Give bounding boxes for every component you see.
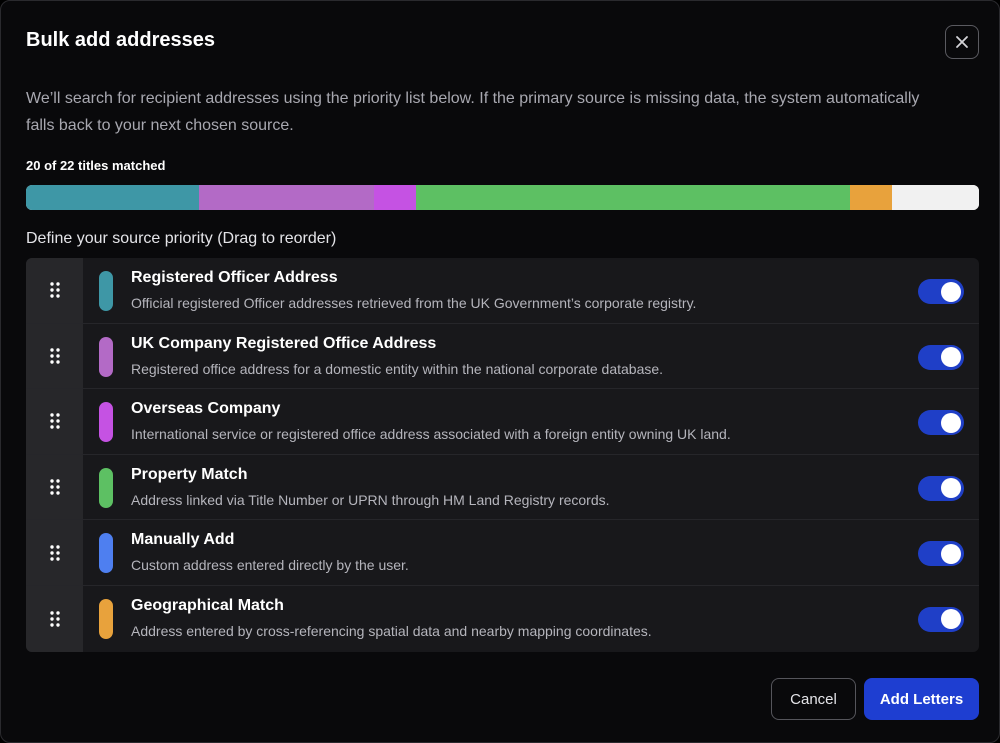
add-letters-button[interactable]: Add Letters xyxy=(864,678,979,720)
toggle-knob xyxy=(941,412,961,433)
source-description: Address linked via Title Number or UPRN … xyxy=(131,491,610,508)
drag-handle-icon xyxy=(49,611,60,627)
close-icon xyxy=(956,36,968,48)
source-toggle[interactable] xyxy=(918,344,964,370)
cancel-button[interactable]: Cancel xyxy=(771,678,856,720)
toggle-knob xyxy=(941,478,961,499)
drag-handle[interactable] xyxy=(26,323,83,389)
source-row[interactable]: Manually Add Custom address entered dire… xyxy=(26,520,979,586)
toggle-knob xyxy=(941,281,961,302)
source-row[interactable]: Overseas Company International service o… xyxy=(26,389,979,455)
source-title: Overseas Company xyxy=(131,400,281,418)
source-toggle[interactable] xyxy=(918,541,964,567)
drag-handle[interactable] xyxy=(26,258,83,323)
match-bar-segment xyxy=(892,185,979,210)
source-toggle[interactable] xyxy=(918,475,964,501)
source-body: Registered Officer Address Official regi… xyxy=(83,258,979,323)
source-body: Manually Add Custom address entered dire… xyxy=(83,520,979,585)
modal-description: We’ll search for recipient addresses usi… xyxy=(26,90,920,134)
source-body: UK Company Registered Office Address Reg… xyxy=(83,324,979,389)
modal-title: Bulk add addresses xyxy=(26,29,215,51)
source-color-pill xyxy=(99,598,113,639)
source-body: Property Match Address linked via Title … xyxy=(83,455,979,520)
drag-handle[interactable] xyxy=(26,585,83,652)
source-color-pill xyxy=(99,336,113,377)
match-count: 20 of 22 titles matched xyxy=(26,158,166,173)
toggle-knob xyxy=(941,543,961,564)
match-bar-segment xyxy=(26,185,200,210)
drag-handle[interactable] xyxy=(26,454,83,520)
source-toggle[interactable] xyxy=(918,279,964,304)
match-progress-bar xyxy=(26,185,979,210)
drag-handle-icon xyxy=(49,413,60,430)
match-bar-segment xyxy=(415,185,851,210)
toggle-knob xyxy=(941,609,961,630)
drag-handle-icon xyxy=(49,544,60,561)
source-title: Property Match xyxy=(131,465,248,483)
source-row[interactable]: Geographical Match Address entered by cr… xyxy=(26,585,979,652)
drag-handle[interactable] xyxy=(26,389,83,454)
source-description: International service or registered offi… xyxy=(131,426,731,443)
source-description: Official registered Officer addresses re… xyxy=(131,295,697,311)
drag-handle-icon xyxy=(49,479,60,495)
source-color-pill xyxy=(99,271,113,311)
bulk-add-modal: Bulk add addresses We’ll search for reci… xyxy=(0,0,1000,743)
source-priority-list: Registered Officer Address Official regi… xyxy=(26,258,979,652)
match-bar-segment xyxy=(850,185,893,210)
source-title: UK Company Registered Office Address xyxy=(131,334,437,352)
source-row[interactable]: Property Match Address linked via Title … xyxy=(26,454,979,521)
source-description: Address entered by cross-referencing spa… xyxy=(131,622,652,639)
close-button[interactable] xyxy=(945,25,979,59)
match-bar-segment xyxy=(373,185,416,210)
source-body: Overseas Company International service o… xyxy=(83,389,979,454)
source-title: Geographical Match xyxy=(131,596,284,614)
priority-label: Define your source priority (Drag to reo… xyxy=(26,230,337,247)
source-title: Registered Officer Address xyxy=(131,269,338,286)
source-toggle[interactable] xyxy=(918,410,964,436)
source-title: Manually Add xyxy=(131,531,235,549)
source-color-pill xyxy=(99,402,113,443)
source-toggle[interactable] xyxy=(918,606,964,632)
drag-handle-icon xyxy=(49,348,60,364)
source-row[interactable]: UK Company Registered Office Address Reg… xyxy=(26,323,979,390)
source-description: Registered office address for a domestic… xyxy=(131,360,664,377)
match-bar-segment xyxy=(199,185,374,210)
drag-handle[interactable] xyxy=(26,520,83,585)
drag-handle-icon xyxy=(49,282,60,298)
source-color-pill xyxy=(99,467,113,508)
source-description: Custom address entered directly by the u… xyxy=(131,557,409,574)
source-color-pill xyxy=(99,533,113,574)
source-body: Geographical Match Address entered by cr… xyxy=(83,586,979,652)
toggle-knob xyxy=(941,347,961,368)
source-row[interactable]: Registered Officer Address Official regi… xyxy=(26,258,979,324)
